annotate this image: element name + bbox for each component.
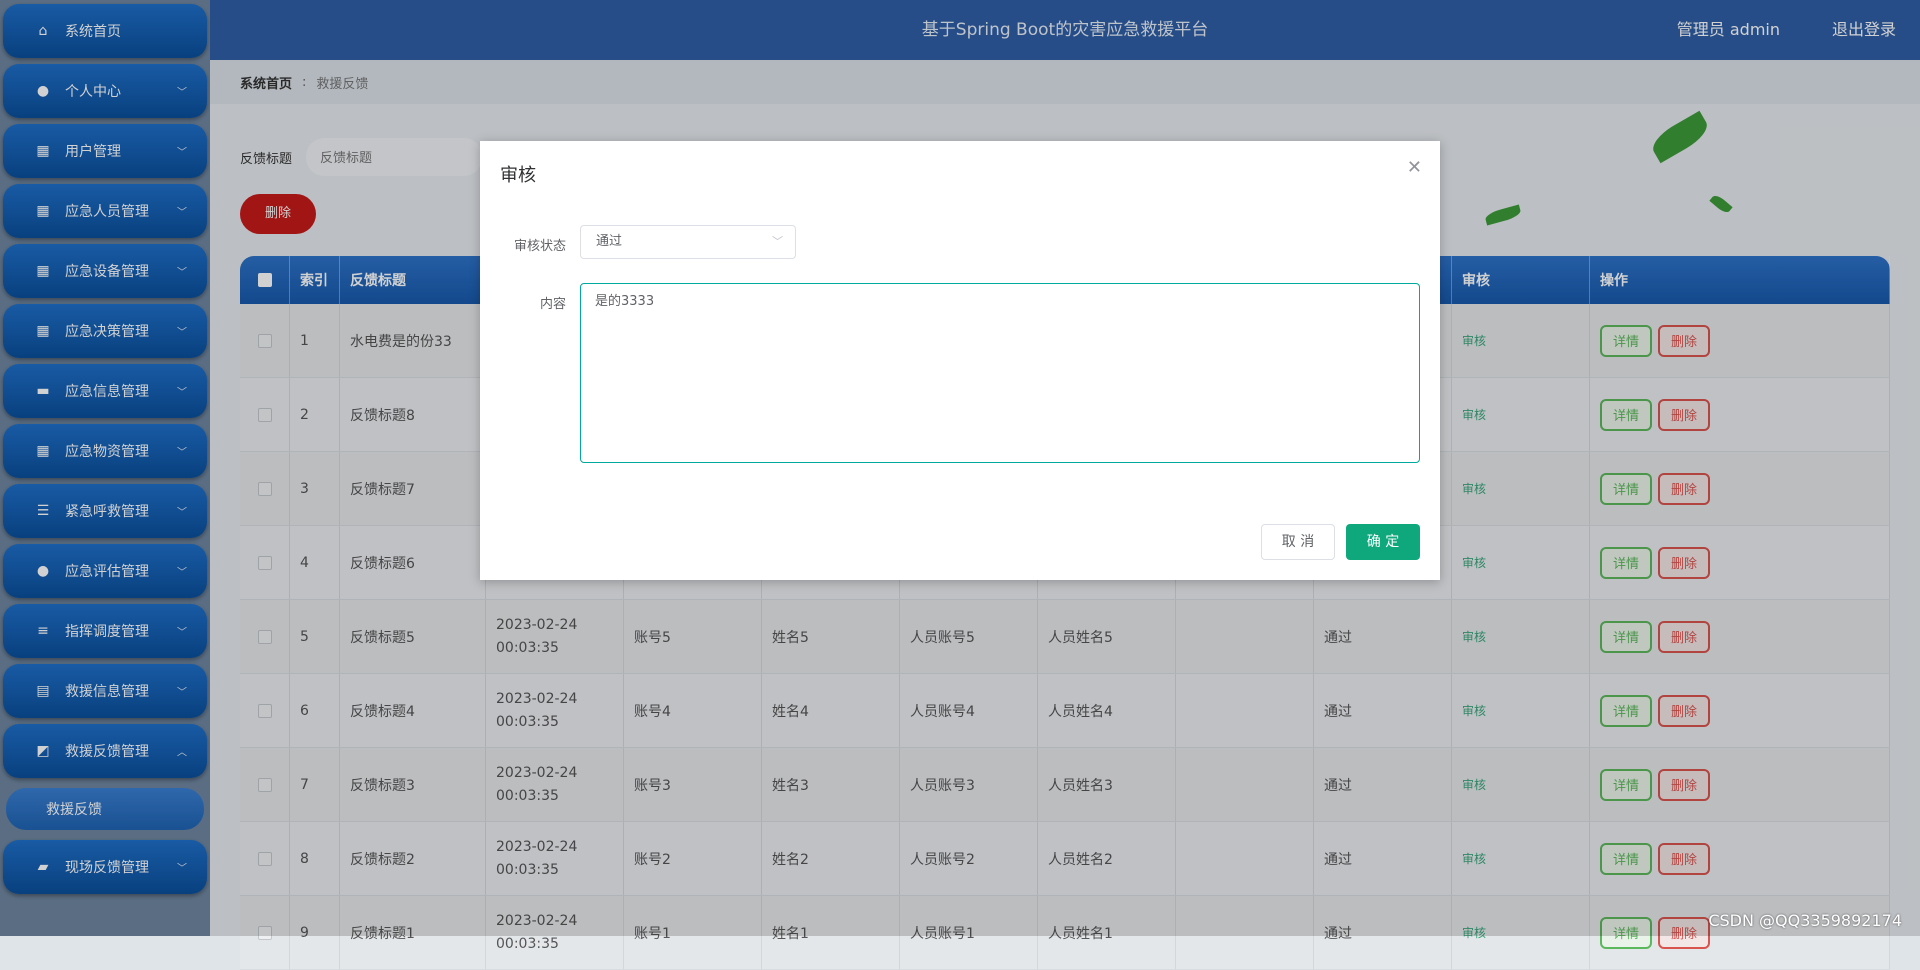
confirm-button[interactable]: 确 定 — [1346, 524, 1420, 560]
content-textarea[interactable]: 是的3333 — [580, 283, 1420, 463]
cancel-button[interactable]: 取 消 — [1261, 524, 1335, 560]
content-label: 内容 — [539, 297, 566, 312]
status-select[interactable]: 通过 ﹀ — [580, 225, 796, 259]
dialog-title: 审核 — [500, 165, 536, 186]
close-icon[interactable]: ✕ — [1407, 157, 1422, 178]
audit-dialog: 审核 ✕ 审核状态 通过 ﹀ 内容 是的3333 取 消 确 定 — [480, 141, 1440, 580]
status-label: 审核状态 — [513, 239, 566, 254]
watermark: CSDN @QQ3359892174 — [1708, 911, 1902, 930]
status-select-value: 通过 — [596, 234, 623, 249]
chevron-down-icon: ﹀ — [772, 235, 783, 248]
